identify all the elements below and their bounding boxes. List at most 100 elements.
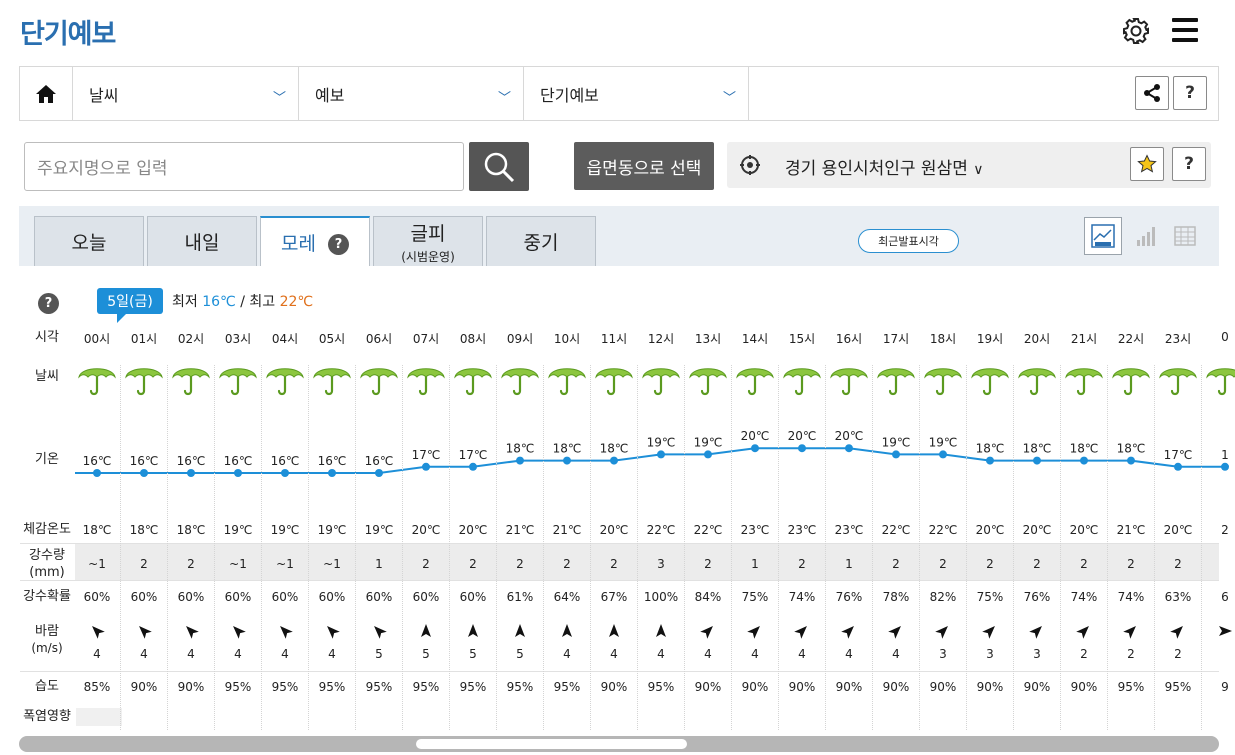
location-help-button[interactable]: ? xyxy=(1172,147,1206,181)
tab-label: 내일 xyxy=(184,232,220,254)
humidity-cell: 90% xyxy=(1070,680,1098,694)
precip-prob-cell: 60% xyxy=(83,590,111,604)
column-separator xyxy=(214,365,215,730)
temperature-point xyxy=(610,456,618,465)
temperature-point xyxy=(704,450,712,459)
rain-amount-cell: 2 xyxy=(516,557,524,571)
rain-amount-cell: 2 xyxy=(1174,557,1182,571)
rain-amount-cell: 2 xyxy=(1033,557,1041,571)
rain-amount-cell: 1 xyxy=(845,557,853,571)
share-button[interactable] xyxy=(1135,76,1169,110)
wind-speed-cell: 4 xyxy=(610,647,618,661)
hour-cell: 22시 xyxy=(1117,332,1145,346)
dropdown-forecast[interactable]: 예보 ﹀ xyxy=(299,67,524,120)
temperature-point xyxy=(845,444,853,453)
hour-cell: 15시 xyxy=(788,332,816,346)
location-selector[interactable]: 경기 용인시처인구 원삼면 ∨ ? xyxy=(727,142,1211,188)
wind-direction-icon xyxy=(1170,626,1183,639)
tab-label: 중기 xyxy=(523,232,559,254)
umbrella-rain-icon xyxy=(689,368,727,396)
temperature-label: 16℃ xyxy=(177,454,206,468)
gear-icon[interactable] xyxy=(1121,16,1151,46)
rain-unit: (mm) xyxy=(29,564,65,580)
select-by-dong-button[interactable]: 읍면동으로 선택 xyxy=(574,142,714,190)
hour-cell: 18시 xyxy=(929,332,957,346)
humidity-cell: 95% xyxy=(506,680,534,694)
tab-today[interactable]: 오늘 xyxy=(34,216,144,266)
temperature-point xyxy=(751,444,759,453)
dropdown-weather-label: 날씨 xyxy=(89,85,119,105)
wind-speed-cell: 4 xyxy=(93,647,101,661)
feels-like-cell: 22℃ xyxy=(881,523,911,537)
dropdown-short-term[interactable]: 단기예보 ﹀ xyxy=(524,67,749,120)
umbrella-rain-icon xyxy=(454,368,492,396)
precip-prob-cell: 60% xyxy=(224,590,252,604)
humidity-cell: 90% xyxy=(835,680,863,694)
precip-prob-cell: 74% xyxy=(1070,590,1098,604)
tab-sublabel: (시범운영) xyxy=(401,249,455,264)
search-button[interactable] xyxy=(469,142,529,191)
wind-speed-cell: 3 xyxy=(1033,647,1041,661)
search-input[interactable]: 주요지명으로 입력 xyxy=(24,142,464,191)
column-separator xyxy=(167,365,168,730)
temperature-point xyxy=(281,469,289,477)
temperature-label: 18℃ xyxy=(976,442,1005,456)
view-bar-button[interactable] xyxy=(1126,217,1164,255)
tab-midterm[interactable]: 중기 xyxy=(486,216,596,266)
tab-tomorrow[interactable]: 내일 xyxy=(147,216,257,266)
hour-cell: 05시 xyxy=(318,332,346,346)
hour-cell: 00시 xyxy=(83,332,111,346)
wind-direction-icon xyxy=(888,626,901,639)
favorite-button[interactable] xyxy=(1130,147,1164,181)
wind-direction-icon xyxy=(1076,626,1089,639)
wind-speed-cell: 4 xyxy=(798,647,806,661)
home-icon xyxy=(36,84,56,103)
wind-speed-cell: 4 xyxy=(563,647,571,661)
feels-like-cell: 20℃ xyxy=(1163,523,1193,537)
latest-release-button[interactable]: 최근발표시각 xyxy=(858,229,959,253)
view-graph-button[interactable] xyxy=(1084,217,1122,255)
precip-prob-cell: 74% xyxy=(788,590,816,604)
feels-like-cell: 23℃ xyxy=(740,523,770,537)
wind-speed-cell: 4 xyxy=(187,647,195,661)
humidity-cell: 95% xyxy=(459,680,487,694)
temperature-point xyxy=(93,469,101,477)
scrollbar-thumb[interactable] xyxy=(416,739,687,749)
temperature-point xyxy=(1127,456,1135,465)
umbrella-rain-icon xyxy=(172,368,210,396)
hour-cell: 03시 xyxy=(224,332,252,346)
view-table-button[interactable] xyxy=(1166,217,1204,255)
dropdown-weather[interactable]: 날씨 ﹀ xyxy=(73,67,299,120)
rain-amount-cell: 2 xyxy=(610,557,618,571)
tab-glpi[interactable]: 글피 (시범운영) xyxy=(373,216,483,266)
wind-direction-icon xyxy=(233,626,246,639)
tab-day-after[interactable]: 모레? xyxy=(260,216,370,266)
hour-cell: 12시 xyxy=(647,332,675,346)
divider xyxy=(20,543,1219,544)
hour-cell: 11시 xyxy=(600,332,628,346)
precip-prob-cell: 82% xyxy=(929,590,957,604)
chevron-down-icon: ﹀ xyxy=(722,91,736,106)
home-button[interactable] xyxy=(20,67,73,120)
umbrella-rain-icon xyxy=(501,368,539,396)
crosshair-icon[interactable] xyxy=(740,155,760,175)
forecast-tabbar: 오늘 내일 모레? 글피 (시범운영) 중기 최근발표시각 xyxy=(19,206,1219,266)
wind-direction-icon xyxy=(92,626,105,639)
wind-direction-icon xyxy=(327,626,340,639)
horizontal-scrollbar[interactable] xyxy=(19,736,1219,752)
location-text[interactable]: 경기 용인시처인구 원삼면 ∨ xyxy=(785,154,984,179)
wind-speed-cell: 2 xyxy=(1080,647,1088,661)
temperature-label: 16℃ xyxy=(224,454,253,468)
wind-direction-icon xyxy=(1029,626,1042,639)
humidity-cell: 90% xyxy=(929,680,957,694)
menu-icon[interactable] xyxy=(1172,18,1198,44)
hour-cell: 16시 xyxy=(835,332,863,346)
rain-amount-cell: ~1 xyxy=(88,557,106,571)
nav-actions: ? xyxy=(749,67,1218,120)
help-button[interactable]: ? xyxy=(1173,76,1207,110)
temperature-point xyxy=(1221,462,1229,471)
precip-prob-cell: 63% xyxy=(1164,590,1192,604)
help-icon[interactable]: ? xyxy=(327,233,349,255)
column-separator xyxy=(637,365,638,730)
humidity-cell: 90% xyxy=(1023,680,1051,694)
